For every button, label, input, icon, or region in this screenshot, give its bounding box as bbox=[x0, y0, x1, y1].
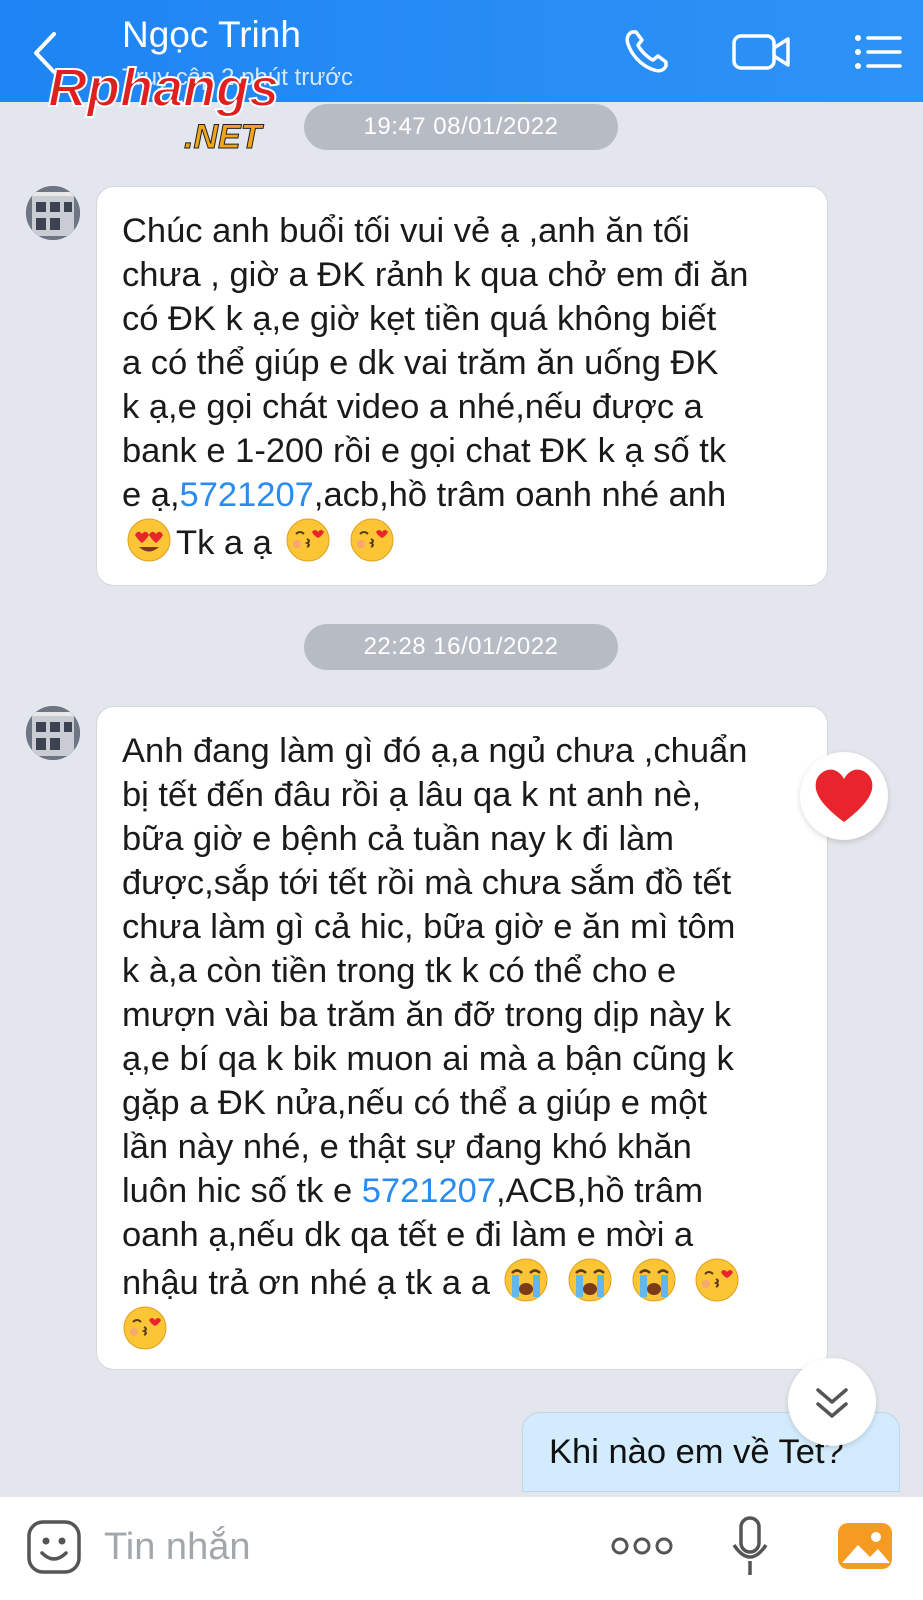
message-input-bar bbox=[0, 1496, 923, 1600]
message-line: bữa giờ e bệnh cả tuần nay k đi làm bbox=[122, 820, 675, 858]
list-menu-icon[interactable] bbox=[850, 26, 906, 78]
video-camera-icon[interactable] bbox=[730, 26, 792, 78]
message-line: chưa , giờ a ĐK rảnh k qua chở em đi ăn bbox=[122, 256, 749, 294]
message-line: oanh ạ,nếu dk qa tết e đi làm e mời a bbox=[122, 1216, 694, 1254]
smiley-icon[interactable] bbox=[26, 1519, 82, 1575]
message-line: gặp a ĐK nửa,nếu có thể a giúp e một bbox=[122, 1084, 708, 1122]
message-line: lần này nhé, e thật sự đang khó khăn bbox=[122, 1128, 692, 1166]
message-input[interactable] bbox=[104, 1517, 584, 1577]
heart-eyes-emoji-icon bbox=[127, 518, 171, 562]
crying-emoji-icon bbox=[568, 1258, 612, 1302]
timestamp-pill: 19:47 08/01/2022 bbox=[304, 104, 618, 150]
message-line: k ạ,e gọi chát video a nhé,nếu được a bbox=[122, 388, 703, 426]
building-photo-icon bbox=[26, 186, 80, 240]
message-text: nhậu trả ơn nhé ạ tk a a bbox=[122, 1264, 490, 1302]
kiss-emoji-icon bbox=[695, 1258, 739, 1302]
message-line: luôn hic số tk e 5721207,ACB,hồ trâm bbox=[122, 1169, 805, 1213]
message-line: a có thể giúp e dk vai trăm ăn uống ĐK bbox=[122, 344, 719, 382]
account-number-link[interactable]: 5721207 bbox=[362, 1172, 496, 1210]
message-line: mượn vài ba trăm ăn đỡ trong dịp này k bbox=[122, 996, 732, 1034]
message-line: Chúc anh buổi tối vui vẻ ạ ,anh ăn tối bbox=[122, 212, 690, 250]
message-line: e ạ,5721207,acb,hồ trâm oanh nhé anh bbox=[122, 473, 805, 517]
message-line: bị tết đến đâu rồi ạ lâu qa k nt anh nè, bbox=[122, 776, 702, 814]
message-bubble[interactable]: Anh đang làm gì đó ạ,a ngủ chưa ,chuẩn b… bbox=[96, 706, 828, 1370]
message-line: Anh đang làm gì đó ạ,a ngủ chưa ,chuẩn bbox=[122, 732, 748, 770]
message-line: có ĐK k ạ,e giờ kẹt tiền quá không biết bbox=[122, 300, 717, 338]
message-line: bank e 1-200 rồi e gọi chat ĐK k ạ số tk bbox=[122, 432, 727, 470]
watermark-brand: Rphangs bbox=[48, 58, 279, 118]
contact-name[interactable]: Ngọc Trinh bbox=[122, 14, 301, 56]
phone-icon[interactable] bbox=[620, 26, 676, 78]
avatar[interactable] bbox=[26, 706, 80, 760]
message-line: chưa làm gì cả hic, bữa giờ e ăn mì tôm bbox=[122, 908, 736, 946]
heart-icon bbox=[815, 769, 873, 822]
building-photo-icon bbox=[26, 706, 80, 760]
watermark-logo: Rphangs .NET bbox=[47, 57, 280, 157]
message-line: Tk a ạ bbox=[122, 517, 805, 565]
reaction-button[interactable] bbox=[800, 752, 888, 840]
microphone-icon[interactable] bbox=[730, 1515, 770, 1579]
kiss-emoji-icon bbox=[286, 518, 330, 562]
double-chevron-down-icon bbox=[816, 1388, 848, 1418]
message-line: k à,a còn tiền trong tk k có thể cho e bbox=[122, 952, 677, 990]
timestamp-pill: 22:28 16/01/2022 bbox=[304, 624, 618, 670]
three-dots-icon[interactable] bbox=[610, 1531, 674, 1561]
account-number-link[interactable]: 5721207 bbox=[180, 476, 314, 514]
message-text: Tk a ạ bbox=[176, 524, 272, 562]
message-text: e ạ, bbox=[122, 476, 180, 514]
message-line bbox=[122, 1305, 805, 1353]
message-text: luôn hic số tk e bbox=[122, 1172, 362, 1210]
crying-emoji-icon bbox=[632, 1258, 676, 1302]
kiss-emoji-icon bbox=[123, 1306, 167, 1350]
avatar[interactable] bbox=[26, 186, 80, 240]
kiss-emoji-icon bbox=[350, 518, 394, 562]
message-line: được,sắp tới tết rồi mà chưa sắm đồ tết bbox=[122, 864, 732, 902]
crying-emoji-icon bbox=[504, 1258, 548, 1302]
scroll-down-button[interactable] bbox=[788, 1358, 876, 1446]
image-icon[interactable] bbox=[836, 1519, 894, 1573]
message-bubble[interactable]: Chúc anh buổi tối vui vẻ ạ ,anh ăn tối c… bbox=[96, 186, 828, 586]
message-line: nhậu trả ơn nhé ạ tk a a bbox=[122, 1257, 805, 1305]
watermark-suffix: .NET bbox=[184, 118, 265, 156]
message-text: ,acb,hồ trâm oanh nhé anh bbox=[313, 476, 727, 514]
message-line: ạ,e bí qa k bik muon ai mà a bận cũng k bbox=[122, 1040, 734, 1078]
message-text: ,ACB,hồ trâm bbox=[496, 1172, 704, 1210]
